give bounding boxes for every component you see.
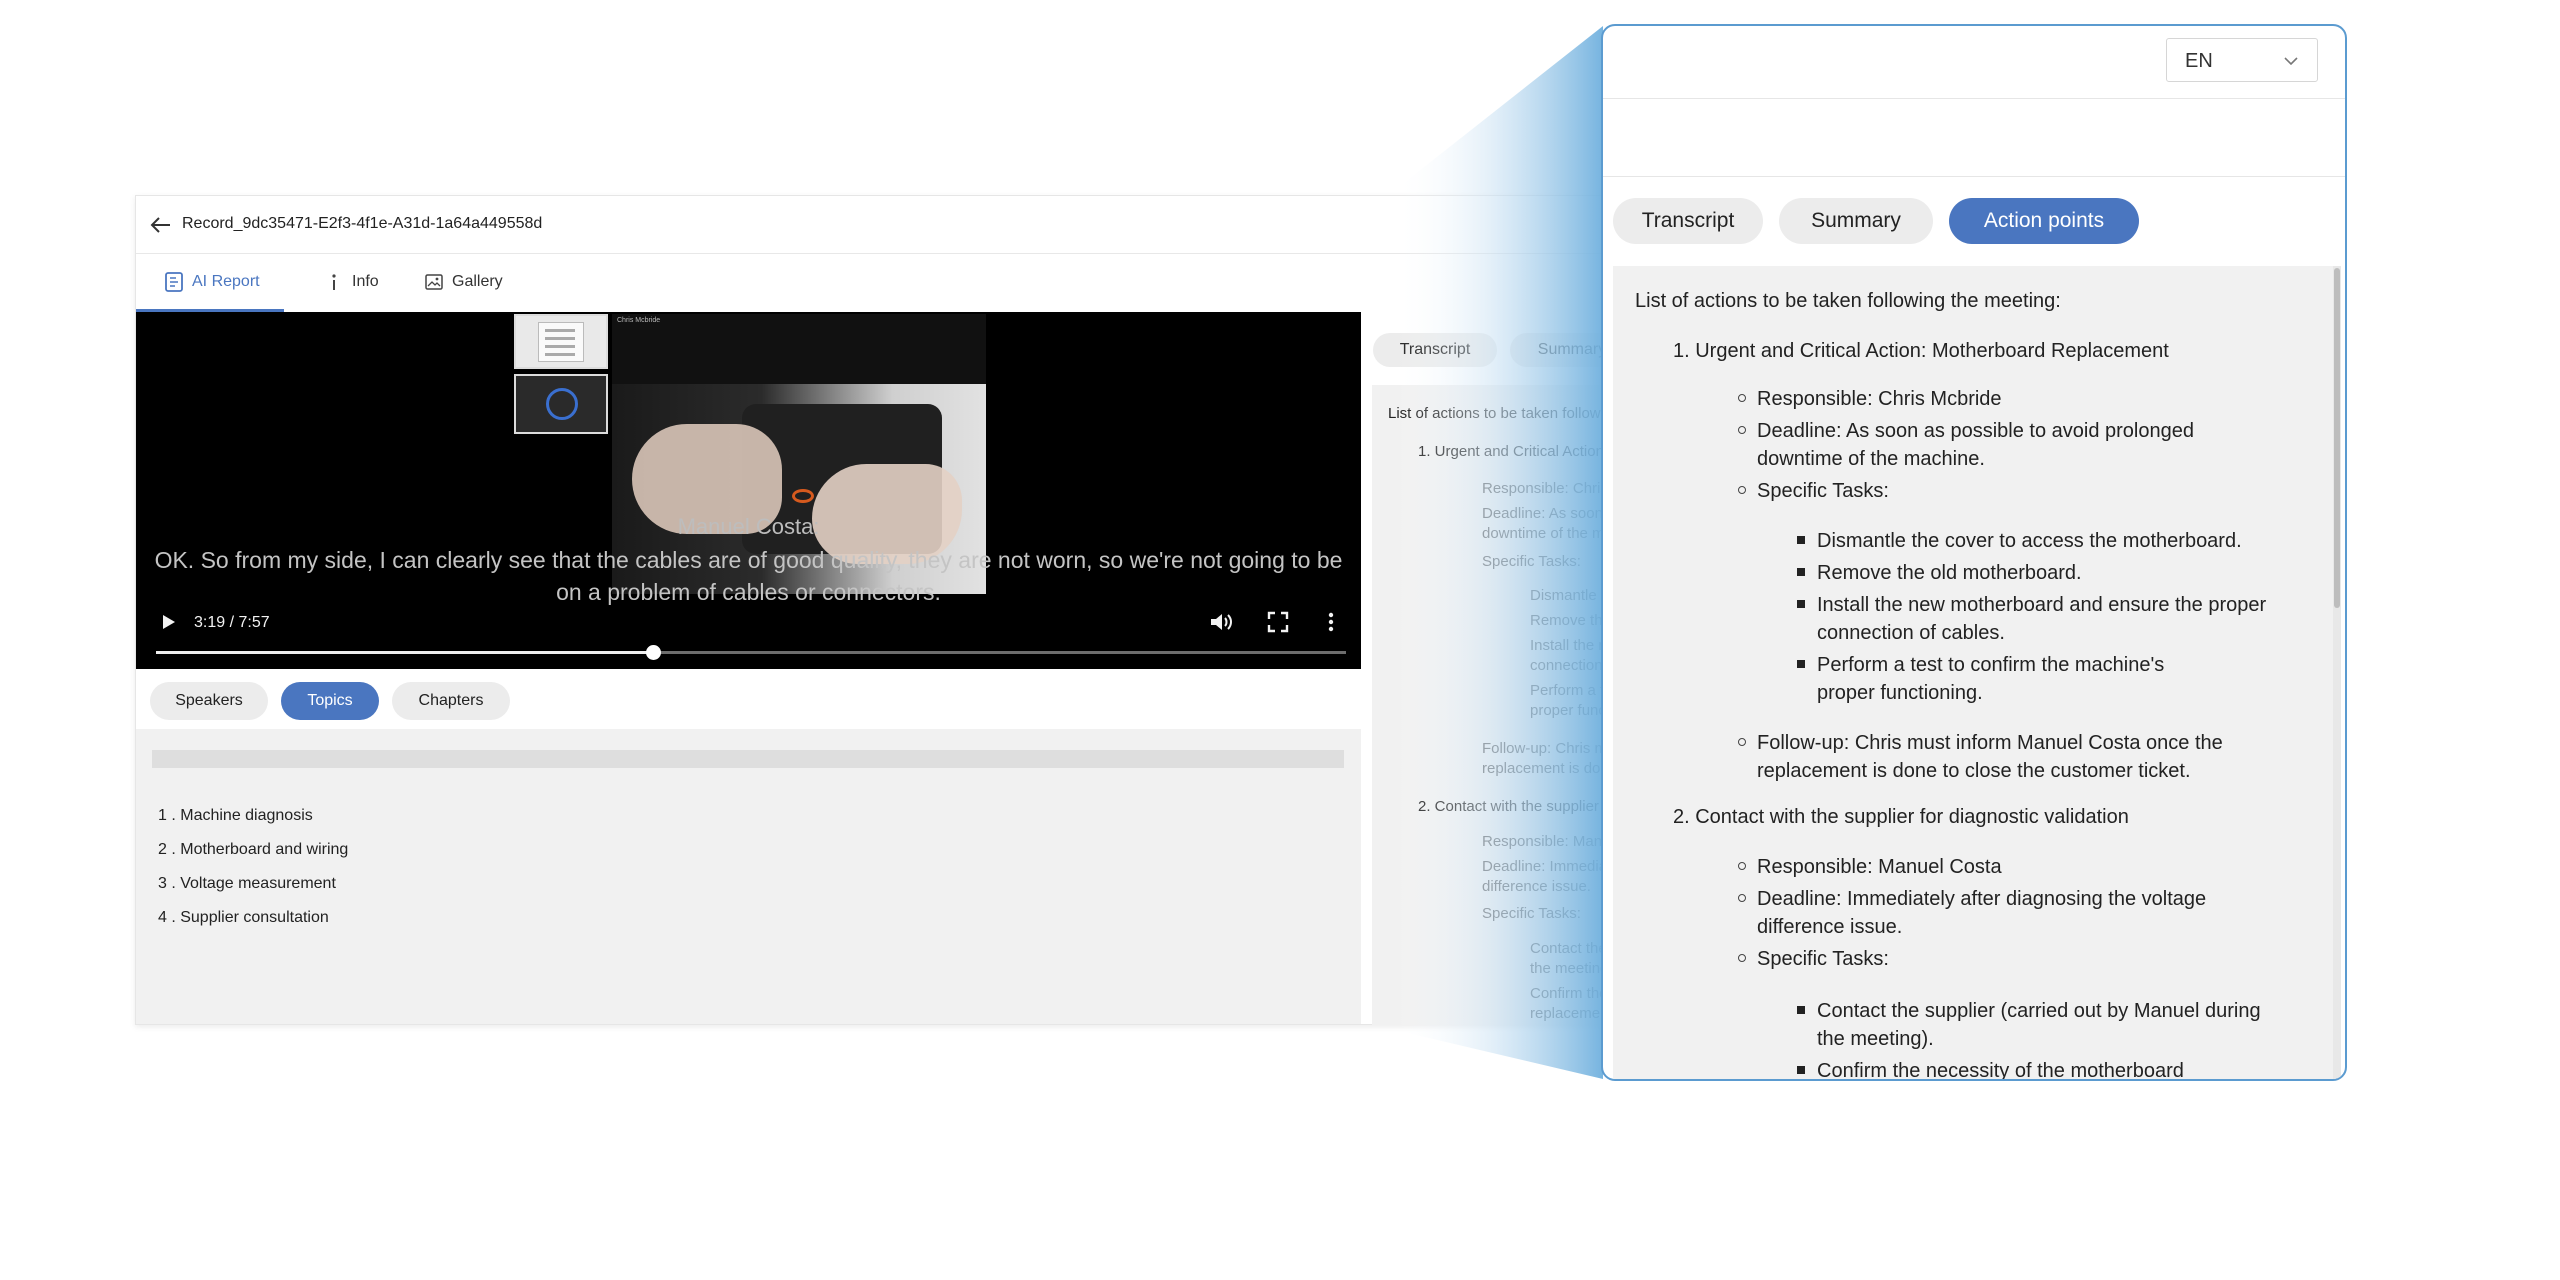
record-title: Record_9dc35471-E2f3-4f1e-A31d-1a64a4495… [182,215,543,232]
action-item-title: 2. Contact with the supplier for diagnos… [1673,806,2129,828]
caption-speaker: Manuel Costa: [677,514,820,539]
tab-transcript[interactable]: Transcript [1613,198,1763,244]
action-task: Perform a test to confirm the machine's [1797,654,2164,677]
tab-summary[interactable]: Summary [1779,198,1933,244]
tab-topics[interactable]: Topics [281,682,379,720]
tab-chapters[interactable]: Chapters [392,682,510,720]
video-thumbnail-camera[interactable] [514,374,608,434]
action-task-cont: connection of cables. [1817,622,2005,644]
video-thumbnail-document[interactable] [514,314,608,369]
topic-item[interactable]: 2 . Motherboard and wiring [158,841,348,859]
action-task: Install the new motherboard and ensure t… [1797,594,2266,617]
action-task-cont: proper functioning. [1817,682,1983,704]
action-task: Dismantle the cover to access the mother… [1797,530,2242,553]
action-points-panel: List of actions to be taken following th… [1613,266,2341,1079]
fullscreen-icon[interactable] [1266,610,1290,634]
volume-icon[interactable] [1208,610,1234,634]
tab-label: Gallery [452,272,503,290]
tab-action-points[interactable]: Action points [1949,198,2139,244]
action-deadline: Deadline: Immediately after diagnosing t… [1738,888,2206,911]
video-progress-bar[interactable] [156,645,1346,660]
info-icon [324,272,344,292]
tab-info[interactable]: Info [296,254,379,309]
action-item-title: 1. Urgent and Critical Action: Motherboa… [1673,340,2169,362]
tab-label: Info [352,272,379,290]
back-arrow-icon[interactable] [148,212,174,238]
chevron-down-icon [2283,53,2299,69]
divider [1603,98,2345,99]
action-task-cont: the meeting). [1817,1028,1934,1050]
video-time: 3:19 / 7:57 [194,614,270,631]
action-task: Confirm the necessity of the motherboard [1797,1060,2184,1079]
tab-label: AI Report [192,272,260,290]
topics-panel: 1 . Machine diagnosis 2 . Motherboard an… [136,729,1361,1024]
action-tasks-label: Specific Tasks: [1738,948,1889,971]
main-tabs: AI Report Info Gallery [136,254,1654,309]
action-line-small: Specific Tasks: [1482,905,1581,922]
scrollbar-thumb[interactable] [2334,268,2340,608]
more-options-icon[interactable] [1321,610,1341,634]
action-line-small: difference issue. [1482,878,1591,895]
language-value: EN [2185,50,2213,72]
topics-timeline-bar[interactable] [152,750,1344,768]
action-deadline-cont: downtime of the machine. [1757,448,1985,470]
video-progress-fill [156,651,654,654]
action-responsible: Responsible: Chris Mcbride [1738,388,2002,411]
image-icon [424,272,444,292]
video-player[interactable]: Chris Mcbride Manuel Costa: OK. So from … [136,312,1361,669]
action-line-small: Specific Tasks: [1482,553,1581,570]
action-deadline: Deadline: As soon as possible to avoid p… [1738,420,2194,443]
action-task: Remove the old motherboard. [1797,562,2082,585]
action-followup-cont: replacement is done to close the custome… [1757,760,2191,782]
ai-report-icon [164,271,184,292]
magnified-report-panel: EN Transcript Summary Action points List… [1601,24,2347,1081]
topic-item[interactable]: 4 . Supplier consultation [158,909,329,927]
caption-line-1: OK. So from my side, I can clearly see t… [154,547,1343,573]
camera-label: Chris Mcbride [617,317,661,324]
play-icon[interactable] [158,612,178,632]
record-header: Record_9dc35471-E2f3-4f1e-A31d-1a64a4495… [136,196,1654,254]
tab-speakers[interactable]: Speakers [150,682,268,720]
action-tasks-label: Specific Tasks: [1738,480,1889,503]
language-select[interactable]: EN [2166,38,2318,82]
tab-transcript-small[interactable]: Transcript [1373,333,1497,367]
action-deadline-cont: difference issue. [1757,916,1903,938]
tab-ai-report[interactable]: AI Report [136,254,260,309]
action-task: Contact the supplier (carried out by Man… [1797,1000,2261,1023]
action-responsible: Responsible: Manuel Costa [1738,856,2002,879]
topic-item[interactable]: 3 . Voltage measurement [158,875,336,893]
video-progress-handle[interactable] [646,645,662,660]
video-controls: 3:19 / 7:57 [136,592,1361,669]
scrollbar[interactable] [2333,266,2341,1079]
action-intro: List of actions to be taken following th… [1635,290,2061,312]
divider [1603,176,2345,177]
action-followup: Follow-up: Chris must inform Manuel Cost… [1738,732,2223,755]
tab-gallery[interactable]: Gallery [396,254,503,309]
topic-item[interactable]: 1 . Machine diagnosis [158,807,313,825]
